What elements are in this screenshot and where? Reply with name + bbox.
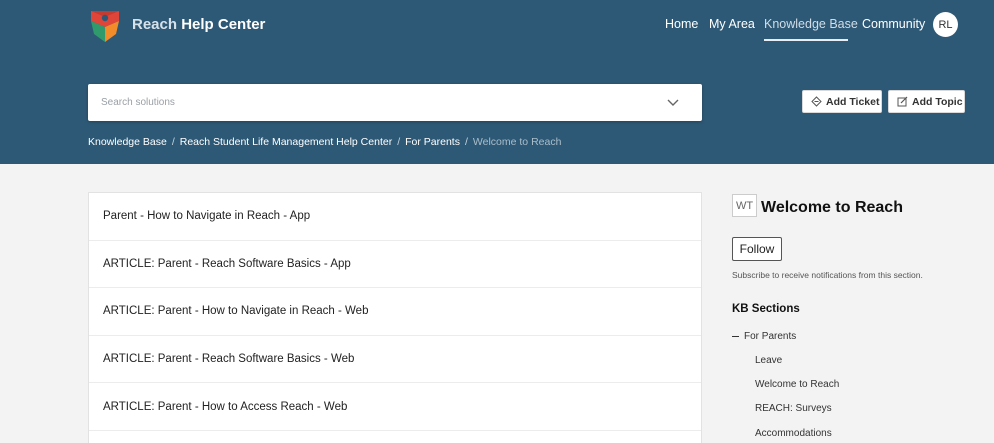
- article-list: Parent - How to Navigate in Reach - App …: [88, 192, 702, 443]
- add-topic-label: Add Topic: [912, 95, 963, 108]
- breadcrumb-for-parents[interactable]: For Parents: [405, 136, 460, 148]
- kb-sections-title: KB Sections: [732, 303, 800, 315]
- search-input[interactable]: [101, 84, 641, 121]
- article-item[interactable]: ARTICLE: Parent - Reach Software Basics …: [89, 241, 701, 289]
- chevron-down-icon[interactable]: [666, 96, 680, 110]
- article-item[interactable]: Parent - How to Navigate in Reach - App: [89, 193, 701, 241]
- collapse-icon[interactable]: [732, 335, 739, 338]
- kb-section-item[interactable]: Leave: [755, 355, 782, 366]
- nav-community[interactable]: Community: [862, 17, 925, 31]
- section-title: Welcome to Reach: [761, 199, 903, 216]
- breadcrumb-knowledge-base[interactable]: Knowledge Base: [88, 136, 167, 148]
- nav-home[interactable]: Home: [665, 17, 698, 31]
- search-bar: [88, 84, 702, 121]
- breadcrumb-current: Welcome to Reach: [472, 136, 562, 148]
- kb-section-item[interactable]: Welcome to Reach: [755, 379, 839, 390]
- article-item[interactable]: ARTICLE: Parent - How to Access Reach - …: [89, 383, 701, 431]
- breadcrumb-help-center[interactable]: Reach Student Life Management Help Cente…: [180, 136, 392, 148]
- kb-section-parent-label: For Parents: [744, 331, 797, 342]
- breadcrumb-separator: /: [171, 136, 175, 148]
- site-header: Reach Help Center Home My Area Knowledge…: [0, 0, 994, 164]
- section-badge: WT: [732, 194, 757, 217]
- add-topic-button[interactable]: Add Topic: [888, 90, 965, 113]
- nav-active-indicator: [764, 39, 848, 41]
- kb-section-item[interactable]: REACH: Surveys: [755, 403, 832, 414]
- brand-name: Reach: [132, 16, 178, 33]
- breadcrumb-separator: /: [464, 136, 468, 148]
- breadcrumb: Knowledge Base / Reach Student Life Manage…: [88, 136, 561, 148]
- edit-icon: [897, 96, 908, 107]
- kb-section-item[interactable]: Accommodations: [755, 428, 832, 439]
- brand-suffix: Help Center: [181, 16, 266, 33]
- add-ticket-button[interactable]: Add Ticket: [802, 90, 882, 113]
- ticket-icon: [811, 96, 822, 107]
- nav-knowledge-base[interactable]: Knowledge Base: [764, 17, 858, 31]
- kb-section-for-parents[interactable]: For Parents: [732, 331, 796, 342]
- nav-my-area[interactable]: My Area: [709, 17, 755, 31]
- breadcrumb-separator: /: [397, 136, 401, 148]
- article-item[interactable]: ARTICLE: Parent - How to Navigate in Rea…: [89, 288, 701, 336]
- subscribe-text: Subscribe to receive notifications from …: [732, 270, 923, 280]
- reach-logo-icon[interactable]: [88, 7, 122, 43]
- article-item[interactable]: ARTICLE: Parent - Reach Software Basics …: [89, 336, 701, 384]
- brand-title[interactable]: Reach Help Center: [132, 16, 265, 33]
- add-ticket-label: Add Ticket: [826, 95, 880, 108]
- follow-button[interactable]: Follow: [732, 237, 782, 261]
- user-avatar[interactable]: RL: [933, 12, 958, 37]
